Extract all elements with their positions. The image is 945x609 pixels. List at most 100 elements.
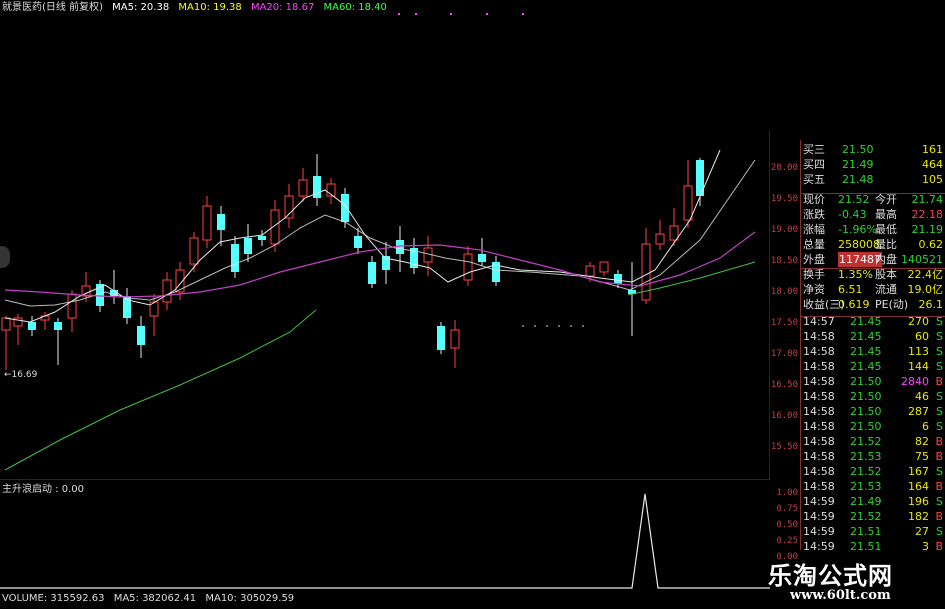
tick-time: 14:58 xyxy=(803,360,835,373)
quote-value: 21.19 xyxy=(911,223,944,236)
tick-price: 21.45 xyxy=(850,330,882,343)
quote-label: 今开 xyxy=(875,193,897,206)
quote-value: 0.619 xyxy=(838,298,870,311)
quote-label: 净资 xyxy=(803,283,825,296)
orderbook-price: 21.48 xyxy=(842,173,874,186)
quote-value: 140521 xyxy=(901,253,943,266)
tick-volume: 82 xyxy=(915,435,929,448)
tick-volume: 182 xyxy=(908,510,929,523)
sub-axis-label: 0.75 xyxy=(776,504,798,514)
candle-body xyxy=(217,214,225,230)
orderbook-price: 21.50 xyxy=(842,143,874,156)
top-magenta-dots xyxy=(398,13,524,15)
watermark-logo: 乐淘公式网 xyxy=(768,561,893,590)
tick-time: 14:59 xyxy=(803,525,835,538)
tick-volume: 2840 xyxy=(901,375,929,388)
tick-volume: 144 xyxy=(908,360,929,373)
axis-label: 18.50 xyxy=(770,256,798,266)
quote-value: 22.4亿 xyxy=(907,268,944,281)
sub-axis-label: 1.00 xyxy=(776,488,798,498)
candle-body xyxy=(437,326,445,350)
candle-body xyxy=(298,179,308,197)
tick-volume: 164 xyxy=(908,480,929,493)
candle-body xyxy=(585,265,595,277)
candle-body xyxy=(258,236,266,240)
tick-volume: 270 xyxy=(908,315,929,328)
tick-row: 14:58 21.52 167 S xyxy=(800,464,945,479)
tick-price: 21.52 xyxy=(850,465,882,478)
tick-time: 14:58 xyxy=(803,420,835,433)
tick-time: 14:58 xyxy=(803,450,835,463)
tick-time: 14:58 xyxy=(803,345,835,358)
quote-value: 1.35% xyxy=(838,268,873,281)
indicator-line xyxy=(0,493,770,589)
candle-body xyxy=(669,225,679,241)
tick-row: 14:59 21.52 182 B xyxy=(800,509,945,524)
candle-body xyxy=(244,238,252,254)
tick-time: 14:58 xyxy=(803,480,835,493)
tick-direction: B xyxy=(935,435,943,448)
tick-row: 14:57 21.45 270 S xyxy=(800,314,945,329)
volume-bar: VOLUME: 315592.63 MA5: 382062.41 MA10: 3… xyxy=(2,593,300,604)
tick-price: 21.51 xyxy=(850,540,882,553)
tick-row: 14:58 21.45 113 S xyxy=(800,344,945,359)
candle-body xyxy=(478,254,486,262)
orderbook-volume: 464 xyxy=(922,158,943,171)
candle-body xyxy=(655,233,665,245)
sub-axis-label: 0.25 xyxy=(776,536,798,546)
indicator-chart[interactable] xyxy=(0,480,770,590)
candle-body xyxy=(202,205,212,241)
tick-time: 14:58 xyxy=(803,435,835,448)
tick-price: 21.50 xyxy=(850,405,882,418)
quote-label: 现价 xyxy=(803,193,825,206)
candle-body xyxy=(67,293,77,319)
quote-value: -0.43 xyxy=(838,208,867,221)
orderbook-volume: 161 xyxy=(922,143,943,156)
tick-volume: 27 xyxy=(915,525,929,538)
axis-label: 19.00 xyxy=(770,225,798,235)
tick-direction: B xyxy=(935,540,943,553)
tick-time: 14:58 xyxy=(803,465,835,478)
tick-time: 14:59 xyxy=(803,540,835,553)
candle-body xyxy=(162,279,172,303)
tick-price: 21.45 xyxy=(850,360,882,373)
quote-label: 股本 xyxy=(875,268,897,281)
axis-label: 17.50 xyxy=(770,318,798,328)
tick-row: 14:58 21.53 75 B xyxy=(800,449,945,464)
tick-time: 14:59 xyxy=(803,495,835,508)
axis-label: 17.00 xyxy=(770,349,798,359)
tick-row: 14:58 21.50 287 S xyxy=(800,404,945,419)
quote-label: 流通 xyxy=(875,283,897,296)
tick-volume: 46 xyxy=(915,390,929,403)
tick-volume: 60 xyxy=(915,330,929,343)
tick-volume: 3 xyxy=(922,540,929,553)
tick-direction: S xyxy=(936,525,943,538)
quote-label: 量比 xyxy=(875,238,897,251)
quote-row: 涨跌 -0.43 最高 22.18 xyxy=(800,207,945,222)
quote-label: 涨幅 xyxy=(803,223,825,236)
candle-body xyxy=(137,326,145,345)
quote-value: 21.74 xyxy=(911,193,944,206)
orderbook-price: 21.49 xyxy=(842,158,874,171)
tick-price: 21.45 xyxy=(850,345,882,358)
tick-price: 21.50 xyxy=(850,390,882,403)
orderbook-row: 买四 21.49 464 xyxy=(800,157,945,172)
quote-label: 总量 xyxy=(803,238,825,251)
volume-ma5: MA5: 382062.41 xyxy=(113,593,197,604)
orderbook-label: 买四 xyxy=(803,158,825,171)
tick-direction: S xyxy=(936,390,943,403)
candle-body xyxy=(1,317,11,331)
tick-row: 14:58 21.45 144 S xyxy=(800,359,945,374)
quote-row: 换手 1.35% 股本 22.4亿 xyxy=(800,267,945,282)
quote-label: 内盘 xyxy=(875,253,897,266)
tick-price: 21.51 xyxy=(850,525,882,538)
tick-volume: 75 xyxy=(915,450,929,463)
candle-body xyxy=(28,322,36,330)
candlestick-chart[interactable] xyxy=(0,0,770,480)
quote-value: 26.1 xyxy=(918,298,944,311)
candle-body xyxy=(354,236,362,248)
volume-ma10: MA10: 305029.59 xyxy=(205,593,295,604)
tick-price: 21.49 xyxy=(850,495,882,508)
candle-body xyxy=(189,237,199,265)
quote-label: PE(动) xyxy=(875,298,909,311)
